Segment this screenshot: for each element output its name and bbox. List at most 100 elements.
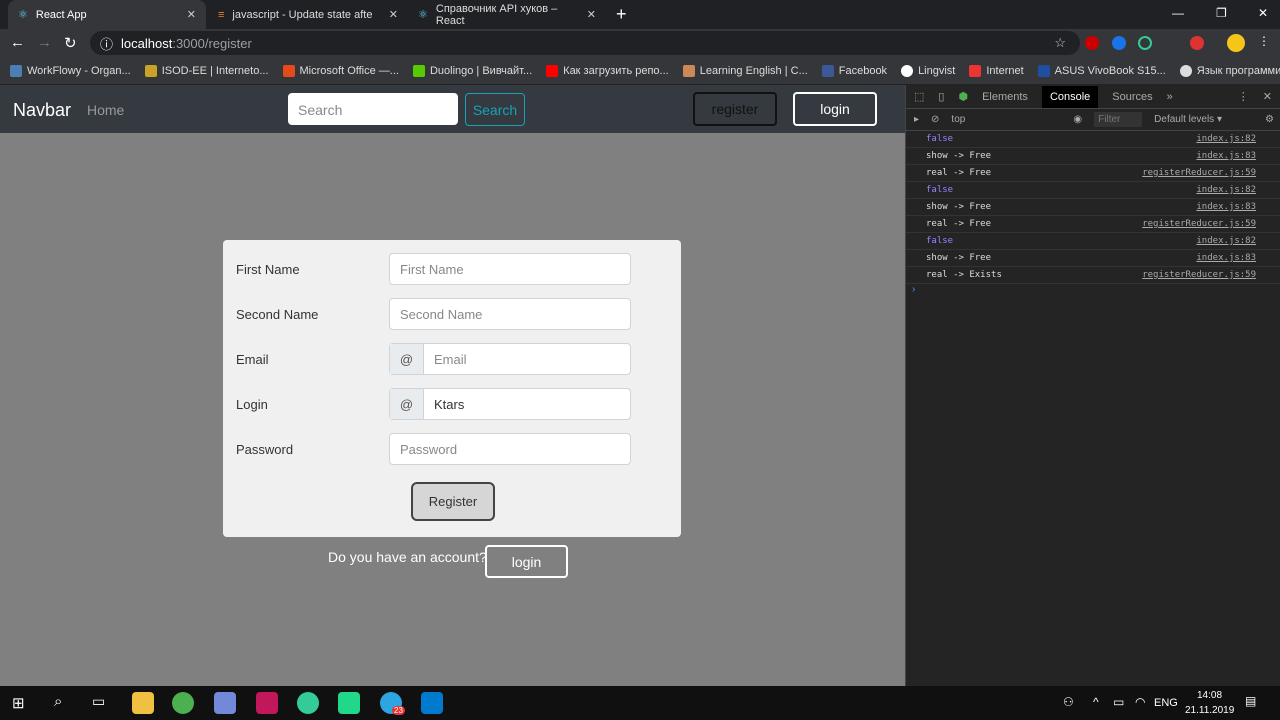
clock-time[interactable]: 14:08 [1197,690,1222,701]
pycharm-icon[interactable] [338,692,360,714]
log-source-link[interactable]: registerReducer.js:59 [1142,219,1256,229]
second-name-input[interactable]: Second Name [389,298,631,330]
gitkraken-icon[interactable] [297,692,319,714]
bookmark[interactable]: Internet [969,64,1024,77]
bookmark[interactable]: Как загрузить репо... [546,64,669,77]
console-prompt[interactable]: › [906,284,1280,295]
levels-dropdown[interactable]: Default levels ▾ [1154,114,1222,125]
clock-date[interactable]: 21.11.2019 [1185,705,1234,716]
log-source-link[interactable]: index.js:82 [1196,185,1256,195]
bookmark[interactable]: Язык программир... [1179,64,1280,77]
bookmark[interactable]: ISOD-EE | Interneto... [144,64,269,77]
eye-icon[interactable]: ◉ [1073,114,1082,125]
password-input[interactable]: Password [389,433,631,465]
close-window-button[interactable]: ✕ [1258,6,1268,20]
tray-chevron-icon[interactable]: ^ [1093,695,1099,709]
email-input[interactable]: @ Email [389,343,631,375]
inspect-icon[interactable]: ⬚ [914,90,924,103]
address-bar[interactable]: ⓘ localhost:3000/register ☆ [90,31,1080,55]
new-tab-button[interactable]: + [616,4,627,25]
tab-stackoverflow[interactable]: ≡javascript - Update state after ax✕ [208,0,408,29]
log-source-link[interactable]: index.js:83 [1196,253,1256,263]
bookmark[interactable]: Duolingo | Вивчайт... [412,64,532,77]
log-source-link[interactable]: registerReducer.js:59 [1142,168,1256,178]
log-source-link[interactable]: index.js:82 [1196,236,1256,246]
register-submit-button[interactable]: Register [411,482,495,521]
language-indicator[interactable]: ENG [1154,697,1178,709]
sidebar-toggle-icon[interactable]: ▸ [914,114,919,125]
context-select[interactable]: top [951,114,1061,125]
reload-icon[interactable]: ↻ [64,34,77,52]
discord-icon[interactable] [214,692,236,714]
avatar[interactable] [1227,34,1245,52]
log-source-link[interactable]: index.js:82 [1196,134,1256,144]
menu-icon[interactable]: ⋮ [1258,34,1270,48]
tab-sources[interactable]: Sources [1112,91,1152,103]
bookmark[interactable]: WorkFlowy - Organ... [10,64,131,77]
close-tab-icon[interactable]: ✕ [587,8,596,21]
search-input[interactable]: Search [288,93,458,125]
people-icon[interactable]: ⚇ [1063,695,1074,709]
minimize-button[interactable]: — [1172,6,1184,20]
log-source-link[interactable]: index.js:83 [1196,151,1256,161]
back-icon[interactable]: ← [10,34,25,51]
register-nav-button[interactable]: register [693,92,777,126]
filter-input[interactable]: Filter [1094,112,1143,127]
bookmark[interactable]: Microsoft Office —... [282,64,399,77]
adblock-icon[interactable] [1085,36,1099,50]
bookmark[interactable]: Facebook [821,64,887,77]
wifi-icon[interactable]: ◠ [1135,695,1145,709]
file-explorer-icon[interactable] [132,692,154,714]
devtools-close-icon[interactable]: ✕ [1263,90,1272,103]
tab-bar: ⚛ React App ✕ ≡ javascript - Update state a… [0,0,1280,29]
more-tabs-icon[interactable]: » [1167,91,1173,103]
nav-home-link[interactable]: Home [87,102,124,118]
console-log-row: false index.js:82 [906,131,1280,148]
chrome-icon[interactable] [172,692,194,714]
devtools-menu-icon[interactable]: ⋮ [1238,90,1249,103]
bookmark[interactable]: Learning English | C... [682,64,808,77]
log-message: real -> Exists [926,270,1002,280]
console-log-row: show -> Free index.js:83 [906,250,1280,267]
telegram-badge: 23 [392,706,405,715]
shield-extension-icon[interactable] [1112,36,1126,50]
log-source-link[interactable]: index.js:83 [1196,202,1256,212]
battery-icon[interactable]: ▭ [1113,695,1124,709]
tab-console[interactable]: Console [1041,85,1099,108]
close-tab-icon[interactable]: ✕ [389,8,398,21]
bookmark[interactable]: Lingvist [901,64,955,77]
settings-icon[interactable]: ⚙ [1265,114,1274,125]
first-name-label: First Name [236,262,300,277]
log-message: show -> Free [926,151,992,161]
login-nav-button[interactable]: login [793,92,877,126]
tab-elements[interactable]: Elements [982,91,1028,103]
log-message: false [926,185,954,195]
log-source-link[interactable]: registerReducer.js:59 [1142,270,1256,280]
extension-icon[interactable] [1190,36,1204,50]
forward-icon[interactable]: → [37,34,52,51]
first-name-input[interactable]: First Name [389,253,631,285]
at-prefix: @ [390,344,424,374]
navbar-brand[interactable]: Navbar [13,100,71,121]
at-prefix: @ [390,389,424,419]
node-icon[interactable]: ⬢ [958,90,968,103]
windows-start-icon[interactable]: ⊞ [12,694,25,712]
login-link-button[interactable]: login [485,545,568,578]
clear-console-icon[interactable]: ⊘ [931,114,939,125]
extension-icon[interactable] [1138,36,1152,50]
maximize-button[interactable]: ❐ [1216,6,1227,20]
search-button[interactable]: Search [465,93,525,126]
device-icon[interactable]: ▯ [938,90,944,103]
login-input[interactable]: @ Ktars [389,388,631,420]
search-icon[interactable]: ⌕ [54,693,62,710]
bookmark-star-icon[interactable]: ☆ [1054,35,1066,51]
notifications-icon[interactable]: ▤ [1245,694,1256,708]
intellij-icon[interactable] [256,692,278,714]
tab-react-app[interactable]: ⚛ React App ✕ [8,0,206,29]
bookmark[interactable]: ASUS VivoBook S15... [1037,64,1166,77]
tab-react-hooks[interactable]: ⚛ Справочник API хуков – React ✕ [408,0,606,29]
task-view-icon[interactable]: ▭ [92,693,105,710]
vscode-icon[interactable] [421,692,443,714]
log-message: show -> Free [926,202,992,212]
close-tab-icon[interactable]: ✕ [187,8,196,21]
